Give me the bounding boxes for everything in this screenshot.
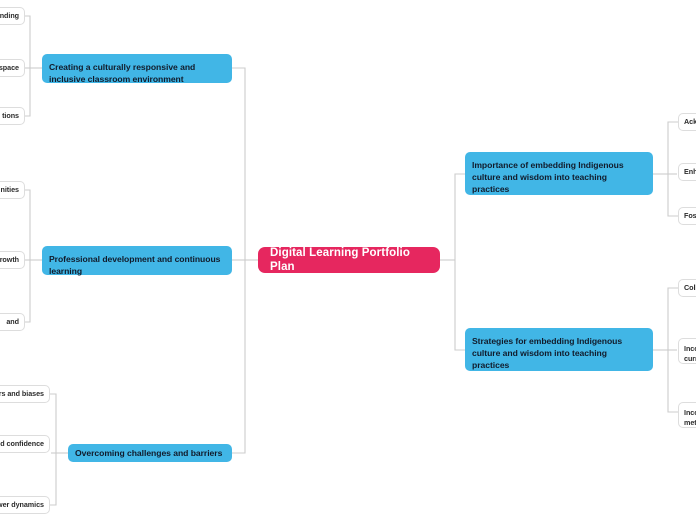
branch-node-classroom-environment-label: Creating a culturally responsive and inc… — [49, 62, 196, 85]
branch-node-classroom-environment[interactable]: Creating a culturally responsive and inc… — [42, 54, 232, 85]
branch-node-overcoming-challenges[interactable]: Overcoming challenges and barriers — [68, 444, 232, 462]
branch-node-overcoming-challenges-label: Overcoming challenges and barriers — [75, 447, 223, 458]
leaf-node-incorporating-curriculum[interactable]: Incor curricu — [678, 338, 696, 364]
leaf-node-collaborating[interactable]: Colla — [678, 279, 696, 297]
leaf-node-fostering-label: Foste — [684, 210, 696, 220]
branch-node-professional-development-label: Professional development and continuous … — [49, 254, 221, 277]
branch-node-importance-label: Importance of embedding Indigenous cultu… — [472, 160, 624, 195]
branch-node-strategies[interactable]: Strategies for embedding Indigenous cult… — [465, 328, 653, 371]
leaf-node-power-dynamics[interactable]: wer dynamics — [0, 496, 50, 514]
leaf-node-acknowledging-label: Ackn — [684, 116, 696, 126]
leaf-node-enhancing[interactable]: Enha — [678, 163, 696, 181]
leaf-node-and[interactable]: and — [0, 313, 25, 331]
leaf-node-collaborating-label: Colla — [684, 282, 696, 292]
leaf-node-space-label: space — [0, 62, 19, 72]
leaf-node-connections[interactable]: tions — [0, 107, 25, 125]
leaf-node-incorporating-methods-label: Incor meth — [684, 408, 696, 428]
leaf-node-biases-label: rs and biases — [0, 388, 44, 398]
leaf-node-incorporating-methods[interactable]: Incor meth — [678, 402, 696, 428]
leaf-node-space[interactable]: space — [0, 59, 25, 77]
leaf-node-opportunities-label: nities — [0, 184, 20, 194]
leaf-node-biases[interactable]: rs and biases — [0, 385, 50, 403]
leaf-node-enhancing-label: Enha — [684, 166, 696, 176]
mindmap-canvas: Digital Learning Portfolio Plan Importan… — [0, 0, 696, 520]
branch-node-professional-development[interactable]: Professional development and continuous … — [42, 246, 232, 277]
leaf-node-growth-label: rowth — [0, 254, 19, 264]
leaf-node-confidence-label: d confidence — [0, 438, 44, 448]
leaf-node-connections-label: tions — [2, 110, 19, 120]
leaf-node-acknowledging[interactable]: Ackn — [678, 113, 696, 131]
leaf-node-fostering[interactable]: Foste — [678, 207, 696, 225]
branch-node-strategies-label: Strategies for embedding Indigenous cult… — [472, 336, 623, 371]
root-node-label: Digital Learning Portfolio Plan — [270, 246, 410, 273]
leaf-node-understanding[interactable]: nding — [0, 7, 25, 25]
leaf-node-power-dynamics-label: wer dynamics — [0, 499, 44, 509]
leaf-node-incorporating-curriculum-label: Incor curricu — [684, 344, 696, 364]
root-node[interactable]: Digital Learning Portfolio Plan — [258, 247, 440, 273]
leaf-node-growth[interactable]: rowth — [0, 251, 25, 269]
leaf-node-confidence[interactable]: d confidence — [0, 435, 50, 453]
branch-node-importance[interactable]: Importance of embedding Indigenous cultu… — [465, 152, 653, 195]
leaf-node-and-label: and — [6, 316, 19, 326]
leaf-node-understanding-label: nding — [0, 10, 19, 20]
leaf-node-opportunities[interactable]: nities — [0, 181, 25, 199]
